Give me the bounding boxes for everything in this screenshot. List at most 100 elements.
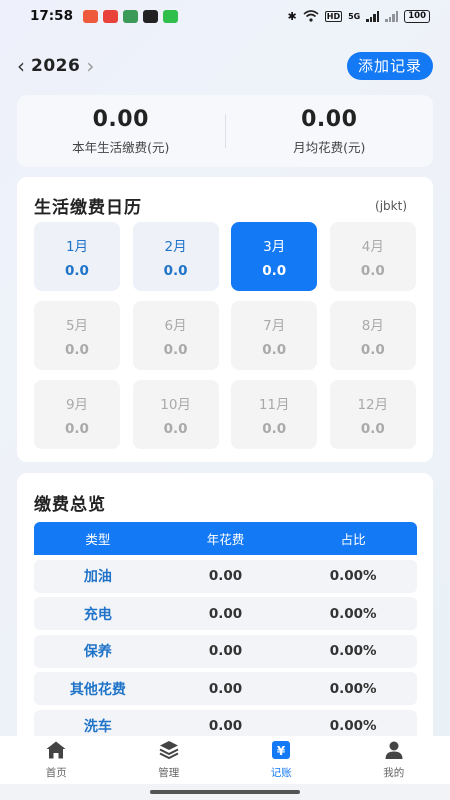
month-label: 12月 [357,396,389,413]
overview-table: 类型 年花费 占比 加油 0.00 0.00% 充电 0.00 0.00% 保养… [34,522,417,743]
row-cost: 0.00 [208,605,243,622]
month-value: 0.0 [262,420,287,437]
nav-item-profile[interactable]: 我的 [338,736,450,784]
hd-label: HD [324,10,343,22]
month-value: 0.0 [360,262,385,279]
layers-icon [159,741,179,760]
table-row[interactable]: 保养 0.00 0.00% [34,634,417,668]
month-label: 3月 [263,238,286,255]
table-row[interactable]: 充电 0.00 0.00% [34,597,417,630]
calendar-title: 生活缴费日历 [34,198,142,218]
row-cost: 0.00 [208,568,243,584]
row-type: 充电 [83,606,112,623]
row-type: 保养 [83,644,112,660]
month-label: 5月 [65,317,89,334]
month-label: 8月 [361,317,384,334]
month-cell-4[interactable]: 4月 0.0 [329,222,416,291]
year-nav: ‹ 2026 › [17,56,94,76]
month-value: 0.0 [163,262,188,279]
row-ratio: 0.00% [329,568,377,584]
month-cell-6[interactable]: 6月 0.0 [132,301,219,370]
signal-icon-secondary [385,10,399,22]
yearly-label: 本年生活缴费(元) [72,139,170,155]
month-cell-5[interactable]: 5月 0.0 [34,301,120,370]
nav-item-accounting[interactable]: ¥ 记账 [225,736,338,784]
row-cost: 0.00 [208,643,243,659]
month-label: 11月 [258,396,290,413]
month-cell-10[interactable]: 10月 0.0 [132,380,219,449]
signal-label: 5G [348,11,361,21]
home-indicator[interactable] [150,790,300,794]
nav-item-manage[interactable]: 管理 [113,736,226,784]
month-cell-1[interactable]: 1月 0.0 [34,222,120,291]
signal-icon [366,10,380,22]
row-ratio: 0.00% [329,605,377,622]
nav-label: 我的 [383,767,405,779]
app-notification-icon [122,9,138,23]
monthly-label: 月均花费(元) [293,139,366,155]
column-header-ratio: 占比 [340,532,366,547]
table-row[interactable]: 加油 0.00 0.00% [34,559,417,593]
month-label: 2月 [164,238,187,255]
month-label: 9月 [65,396,89,413]
month-cell-8[interactable]: 8月 0.0 [329,301,416,370]
battery-icon: 100 [404,9,430,23]
bluetooth-icon: ✱ [287,9,297,23]
chevron-left-icon[interactable]: ‹ [17,56,25,76]
payment-overview-card: 缴费总览 类型 年花费 占比 加油 0.00 0.00% 充电 0.00 0.0… [17,473,433,743]
row-ratio: 0.00% [329,643,377,659]
app-notification-icon [102,9,118,23]
year-label: 2026 [31,56,81,76]
month-value: 0.0 [65,341,89,358]
row-ratio: 0.00% [329,718,377,734]
month-cell-11[interactable]: 11月 0.0 [231,380,318,449]
wifi-icon [303,10,319,22]
app-notification-icon [82,9,98,23]
app-notification-icon [162,9,178,23]
nav-label: 记账 [270,767,292,779]
bottom-nav: 首页 管理 ¥ 记账 我的 [0,736,450,784]
month-cell-9[interactable]: 9月 0.0 [34,380,120,449]
month-label: 7月 [263,317,286,334]
status-bar: 17:58 ✱ HD 5G 100 [0,0,450,32]
yen-icon: ¥ [272,741,291,759]
month-label: 6月 [164,317,187,334]
row-cost: 0.00 [208,718,243,734]
row-ratio: 0.00% [329,680,377,697]
month-value: 0.0 [360,341,385,358]
month-value: 0.0 [65,420,89,437]
column-header-type: 类型 [85,532,111,547]
row-cost: 0.00 [208,680,243,697]
month-label: 1月 [65,238,89,255]
month-cell-2[interactable]: 2月 0.0 [132,222,219,291]
month-value: 0.0 [163,420,188,437]
row-type: 加油 [83,569,112,585]
nav-item-home[interactable]: 首页 [0,736,113,784]
notification-icons [82,9,178,23]
status-right: ✱ HD 5G 100 [287,9,430,23]
month-value: 0.0 [262,262,287,279]
month-cell-12[interactable]: 12月 0.0 [329,380,416,449]
add-record-button[interactable]: 添加记录 [346,52,433,80]
monthly-value: 0.00 [301,106,358,132]
payment-calendar-card: 生活缴费日历 (jbkt) 1月 0.0 2月 0.0 3月 0.0 4月 0.0 5月… [17,177,433,462]
calendar-header: 生活缴费日历 (jbkt) [34,193,407,218]
month-cell-7[interactable]: 7月 0.0 [231,301,318,370]
month-cell-3[interactable]: 3月 0.0 [231,222,318,291]
status-time: 17:58 [30,8,73,24]
month-value: 0.0 [65,262,89,279]
user-icon [385,741,403,759]
overview-title: 缴费总览 [34,495,106,515]
header: ‹ 2026 › 添加记录 [0,48,450,84]
month-value: 0.0 [360,420,385,437]
table-row[interactable]: 其他花费 0.00 0.00% [34,672,417,705]
calendar-code: (jbkt) [375,198,407,213]
svg-text:¥: ¥ [277,744,286,758]
column-header-cost: 年花费 [206,532,245,547]
chevron-right-icon[interactable]: › [86,56,94,76]
app-notification-icon [142,9,158,23]
row-type: 其他花费 [69,681,126,698]
month-grid: 1月 0.0 2月 0.0 3月 0.0 4月 0.0 5月 0.0 6月 0.0 7月 0.… [34,222,416,449]
nav-label: 首页 [45,767,67,779]
month-label: 4月 [361,238,384,255]
